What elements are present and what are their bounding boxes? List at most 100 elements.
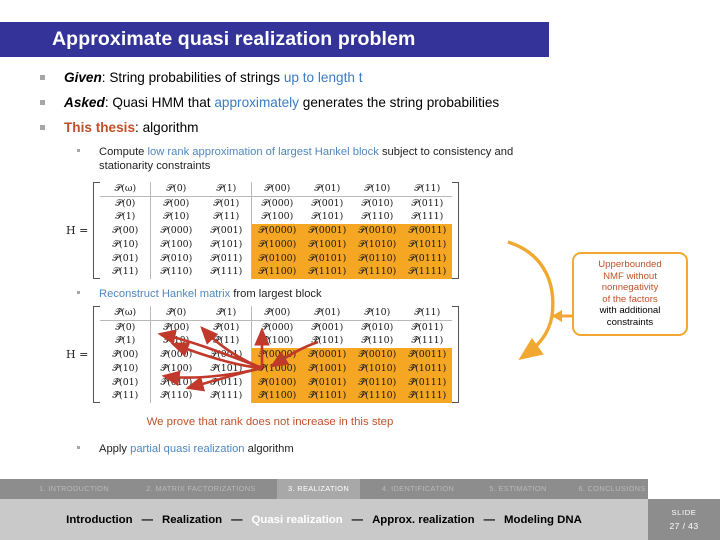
matrix-cell: 𝒫(100) (261, 211, 294, 223)
matrix-cell: 𝒫(100) (160, 238, 193, 250)
matrix-cell: 𝒫(11) (100, 265, 152, 279)
matrix-cell: 𝒫(0001) (302, 224, 353, 238)
matrix-cell: 𝒫̂(1001) (302, 361, 353, 376)
footer-band-item-2[interactable]: Realization (162, 514, 222, 526)
footer-nav-item-6[interactable]: 6. CONCLUSIONS (562, 479, 662, 499)
matrix-cell: 𝒫̂(110) (160, 390, 193, 402)
matrix-cell: 𝒫(1111) (402, 265, 453, 279)
footer-band-item-4[interactable]: Approx. realization (372, 514, 475, 526)
matrix-cell: 𝒫̂(0000) (251, 348, 303, 362)
footer-nav-item-2[interactable]: 2. MATRIX FACTORIZATIONS (120, 479, 282, 499)
matrix-cell: 𝒫(0100) (251, 251, 303, 266)
matrix-cell: 𝒫̂(101) (311, 335, 344, 347)
matrix-cell: 𝒫̂(001) (201, 348, 253, 362)
bullet-asked-rest: : Quasi HMM that (104, 95, 215, 110)
matrix-cell: 𝒫(1110) (352, 265, 403, 279)
slide-counter-label: SLIDE (671, 508, 697, 517)
sub-bullet-apply-text: Apply partial quasi realization algorith… (99, 443, 517, 457)
matrix-cell: 𝒫(01) (201, 196, 253, 211)
matrix-cell: 𝒫̂(1101) (302, 389, 353, 403)
matrix-cell: 𝒫̂(001) (311, 321, 344, 333)
matrix-cell: 𝒫̂(01) (100, 375, 152, 390)
matrix-cell: 𝒫̂(1000) (251, 361, 303, 376)
matrix-cell: 𝒫̂(ω) (100, 306, 152, 321)
matrix-cell: 𝒫̂(1010) (352, 361, 403, 376)
matrix-cell: 𝒫̂(1011) (402, 361, 453, 376)
matrix-row: 𝒫̂(11) 𝒫̂(110) 𝒫̂(111) 𝒫̂(1100) 𝒫̂(1101) 𝒫̂(1… (100, 389, 453, 403)
matrix-cell: 𝒫(001) (201, 224, 253, 238)
matrix-2-body: 𝒫̂(ω) 𝒫̂(0) 𝒫̂(1) 𝒫̂(00) 𝒫̂(01) 𝒫̂(10) 𝒫̂(11) 𝒫… (100, 306, 453, 403)
matrix-cell: 𝒫̂(000) (160, 349, 193, 361)
matrix-cell: 𝒫̂(110) (361, 335, 394, 347)
matrix-cell: 𝒫(101) (201, 237, 253, 252)
callout-line-5: with additional (599, 305, 661, 317)
matrix-cell: 𝒫(110) (361, 211, 394, 223)
matrix-cell: 𝒫(1010) (352, 237, 403, 252)
matrix-1-body: 𝒫(ω) 𝒫(0) 𝒫(1) 𝒫(00) 𝒫(01) 𝒫(10) 𝒫(11) 𝒫(0) 𝒫(00… (100, 182, 453, 279)
matrix-cell: 𝒫(000) (261, 197, 294, 209)
sub-bullet-marker (77, 446, 80, 449)
footer-band-item-3[interactable]: Quasi realization (252, 514, 343, 526)
bracket-left (93, 306, 101, 403)
footer-nav-item-3[interactable]: 3. REALIZATION (277, 479, 360, 499)
matrix-cell: 𝒫̂(100) (261, 335, 294, 347)
matrix-row: 𝒫(10) 𝒫(100) 𝒫(101) 𝒫(1000) 𝒫(1001) 𝒫(1010) 𝒫(… (100, 237, 453, 252)
footer-band-item-5[interactable]: Modeling DNA (504, 514, 582, 526)
matrix-row: 𝒫̂(10) 𝒫̂(100) 𝒫̂(101) 𝒫̂(1000) 𝒫̂(1001) 𝒫̂(1… (100, 361, 453, 376)
matrix-row: 𝒫(01) 𝒫(010) 𝒫(011) 𝒫(0100) 𝒫(0101) 𝒫(0110) 𝒫(… (100, 251, 453, 266)
bullet-thesis-rest: : algorithm (135, 120, 199, 135)
matrix-cell: 𝒫(011) (201, 251, 253, 266)
sub-bullet-highlight: Hankel matrix (161, 288, 231, 300)
bracket-right (452, 182, 460, 279)
matrix-1-table: 𝒫(ω) 𝒫(0) 𝒫(1) 𝒫(00) 𝒫(01) 𝒫(10) 𝒫(11) 𝒫(0) 𝒫(00… (100, 182, 453, 279)
sub-bullet-compute-text: Compute low rank approximation of larges… (99, 146, 517, 173)
matrix-row: 𝒫(0) 𝒫(00) 𝒫(01) 𝒫(000) 𝒫(001) 𝒫(010) 𝒫(011) (100, 196, 452, 211)
footer-nav-item-5[interactable]: 5. ESTIMATION (472, 479, 564, 499)
matrix-cell: 𝒫̂(10) (163, 335, 190, 347)
matrix-cell: 𝒫̂(00) (100, 348, 152, 362)
bullet-asked-highlight: approximately (214, 95, 299, 110)
matrix-cell: 𝒫(010) (361, 197, 394, 209)
matrix-cell: 𝒫̂(11) (201, 334, 253, 349)
matrix-cell: 𝒫(0000) (251, 224, 303, 238)
bullet-thesis-lead: This thesis (64, 120, 136, 135)
matrix-cell: 𝒫̂(0001) (302, 348, 353, 362)
matrix-cell: 𝒫(1) (201, 182, 253, 197)
matrix-cell: 𝒫̂(011) (201, 375, 253, 390)
page-title: Approximate quasi realization problem (52, 28, 416, 50)
matrix-cell: 𝒫̂(00) (251, 306, 303, 321)
matrix-cell: 𝒫̂(01) (201, 320, 253, 335)
footer-section-nav: 1. INTRODUCTION 2. MATRIX FACTORIZATIONS 3… (0, 479, 720, 499)
matrix-cell: 𝒫(00) (251, 182, 303, 197)
matrix-cell: 𝒫(01) (100, 251, 152, 266)
matrix-cell: 𝒫(1) (100, 210, 152, 225)
matrix-cell: 𝒫̂(0010) (352, 348, 403, 362)
footer-nav-item-4[interactable]: 4. IDENTIFICATION (366, 479, 470, 499)
callout-line-1: Upperbounded (598, 259, 662, 270)
slide-counter-number: 27 / 43 (669, 521, 699, 531)
matrix-cell: 𝒫(111) (411, 211, 444, 223)
matrix-cell: 𝒫(ω) (100, 182, 152, 197)
footer-nav-item-1[interactable]: 1. INTRODUCTION (18, 479, 130, 499)
footer-band-item-1[interactable]: Introduction (66, 514, 132, 526)
hankel-matrix-approx: H = 𝒫̂(ω) 𝒫̂(0) 𝒫̂(1) 𝒫̂(00) 𝒫̂(01) 𝒫̂(10) 𝒫̂(… (66, 306, 460, 403)
matrix-cell: 𝒫̂(000) (261, 321, 294, 333)
footer-separator: — (351, 513, 364, 526)
sub-bullet-apply: Apply partial quasi realization algorith… (77, 443, 517, 457)
matrix-row: 𝒫̂(1) 𝒫̂(10) 𝒫̂(11) 𝒫̂(100) 𝒫̂(101) 𝒫̂(110) 𝒫̂… (100, 334, 452, 349)
matrix-cell: 𝒫̂(0100) (251, 375, 303, 390)
matrix-cell: 𝒫(00) (100, 224, 152, 238)
matrix-cell: 𝒫̂(1) (100, 334, 152, 349)
matrix-row: 𝒫̂(0) 𝒫̂(00) 𝒫̂(01) 𝒫̂(000) 𝒫̂(001) 𝒫̂(010) 𝒫̂… (100, 320, 452, 335)
bullet-asked: Asked: Quasi HMM that approximately gene… (40, 95, 499, 110)
matrix-cell: 𝒫(1001) (302, 237, 353, 252)
proof-note: We prove that rank does not increase in … (146, 416, 394, 428)
matrix-row: 𝒫(ω) 𝒫(0) 𝒫(1) 𝒫(00) 𝒫(01) 𝒫(10) 𝒫(11) (100, 182, 453, 197)
sub-bullet-marker (77, 149, 80, 152)
matrix-cell: 𝒫̂(10) (100, 361, 152, 376)
matrix-cell: 𝒫(0011) (402, 224, 453, 238)
matrix-cell: 𝒫̂(010) (361, 321, 394, 333)
footer-corner-spacer (648, 479, 720, 499)
footer-separator: — (141, 513, 153, 526)
matrix-row: 𝒫(1) 𝒫(10) 𝒫(11) 𝒫(100) 𝒫(101) 𝒫(110) 𝒫(111) (100, 210, 452, 225)
